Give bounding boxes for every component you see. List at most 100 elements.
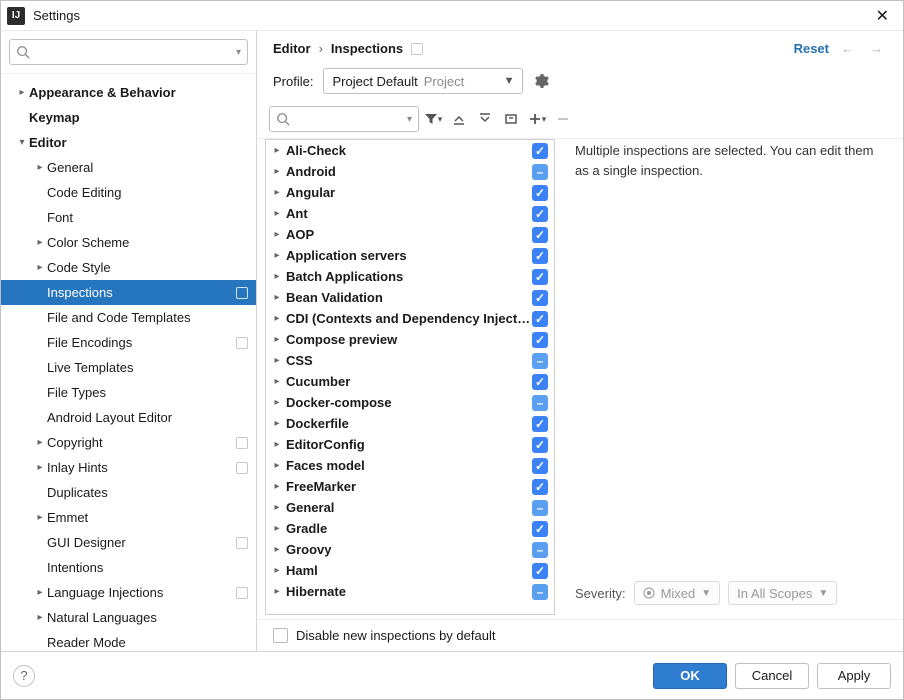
- sidebar-item[interactable]: File Types: [1, 380, 256, 405]
- search-icon: [276, 112, 290, 126]
- inspection-name: Application servers: [284, 248, 532, 263]
- inspection-row[interactable]: ▸Dockerfile✓: [266, 413, 554, 434]
- sidebar-item[interactable]: Android Layout Editor: [1, 405, 256, 430]
- sidebar-item[interactable]: Reader Mode: [1, 630, 256, 651]
- sidebar-item[interactable]: ▸Code Style: [1, 255, 256, 280]
- checkbox-checked-icon[interactable]: ✓: [532, 416, 548, 432]
- inspection-row[interactable]: ▸AOP✓: [266, 224, 554, 245]
- checkbox-checked-icon[interactable]: ✓: [532, 332, 548, 348]
- inspection-row[interactable]: ▸Docker-compose–: [266, 392, 554, 413]
- checkbox-mixed-icon[interactable]: –: [532, 500, 548, 516]
- collapse-all-icon[interactable]: [473, 107, 497, 131]
- sidebar-search-input[interactable]: [34, 44, 236, 61]
- chevron-right-icon: ▸: [33, 237, 47, 248]
- scope-combo[interactable]: In All Scopes ▼: [728, 581, 837, 605]
- sidebar-item[interactable]: ▸Appearance & Behavior: [1, 80, 256, 105]
- inspection-row[interactable]: ▸Android–: [266, 161, 554, 182]
- sidebar-item[interactable]: Font: [1, 205, 256, 230]
- reset-defaults-icon[interactable]: [499, 107, 523, 131]
- gear-icon[interactable]: [533, 73, 549, 89]
- sidebar-item-label: Live Templates: [47, 360, 248, 375]
- checkbox-mixed-icon[interactable]: –: [532, 164, 548, 180]
- checkbox-checked-icon[interactable]: ✓: [532, 227, 548, 243]
- sidebar-item[interactable]: ▾Editor: [1, 130, 256, 155]
- checkbox-checked-icon[interactable]: ✓: [532, 521, 548, 537]
- sidebar-item-label: Natural Languages: [47, 610, 248, 625]
- sidebar-item-label: Code Editing: [47, 185, 248, 200]
- checkbox-mixed-icon[interactable]: –: [532, 542, 548, 558]
- profile-combo[interactable]: Project Default Project ▼: [323, 68, 523, 94]
- inspection-list[interactable]: ▸Ali-Check✓▸Android–▸Angular✓▸Ant✓▸AOP✓▸…: [265, 139, 555, 615]
- sidebar-item[interactable]: ▸Language Injections: [1, 580, 256, 605]
- expand-all-icon[interactable]: [447, 107, 471, 131]
- inspection-row[interactable]: ▸Haml✓: [266, 560, 554, 581]
- sidebar-item[interactable]: File and Code Templates: [1, 305, 256, 330]
- checkbox-checked-icon[interactable]: ✓: [532, 374, 548, 390]
- sidebar-item[interactable]: File Encodings: [1, 330, 256, 355]
- ok-button[interactable]: OK: [653, 663, 727, 689]
- sidebar-item-label: Reader Mode: [47, 635, 248, 650]
- checkbox-checked-icon[interactable]: ✓: [532, 437, 548, 453]
- inspection-row[interactable]: ▸EditorConfig✓: [266, 434, 554, 455]
- checkbox-checked-icon[interactable]: ✓: [532, 248, 548, 264]
- sidebar-item[interactable]: Code Editing: [1, 180, 256, 205]
- apply-button[interactable]: Apply: [817, 663, 891, 689]
- checkbox-checked-icon[interactable]: ✓: [532, 185, 548, 201]
- disable-new-label: Disable new inspections by default: [296, 628, 495, 643]
- inspection-row[interactable]: ▸Bean Validation✓: [266, 287, 554, 308]
- checkbox-checked-icon[interactable]: ✓: [532, 479, 548, 495]
- sidebar-search[interactable]: ▾: [9, 39, 248, 65]
- inspection-row[interactable]: ▸CSS–: [266, 350, 554, 371]
- inspection-row[interactable]: ▸Ant✓: [266, 203, 554, 224]
- checkbox-checked-icon[interactable]: ✓: [532, 458, 548, 474]
- sidebar-item[interactable]: GUI Designer: [1, 530, 256, 555]
- inspection-row[interactable]: ▸Groovy–: [266, 539, 554, 560]
- severity-combo[interactable]: Mixed ▼: [634, 581, 721, 605]
- inspection-name: Android: [284, 164, 532, 179]
- close-button[interactable]: ✕: [868, 2, 897, 30]
- inspection-search[interactable]: ▾: [269, 106, 419, 132]
- sidebar-item[interactable]: ▸Color Scheme: [1, 230, 256, 255]
- inspection-row[interactable]: ▸Batch Applications✓: [266, 266, 554, 287]
- sidebar-item[interactable]: Intentions: [1, 555, 256, 580]
- checkbox-checked-icon[interactable]: ✓: [532, 269, 548, 285]
- inspection-row[interactable]: ▸Ali-Check✓: [266, 140, 554, 161]
- add-icon[interactable]: ▾: [525, 107, 549, 131]
- inspection-row[interactable]: ▸Angular✓: [266, 182, 554, 203]
- sidebar-item[interactable]: Live Templates: [1, 355, 256, 380]
- inspection-row[interactable]: ▸FreeMarker✓: [266, 476, 554, 497]
- filter-icon[interactable]: ▾: [421, 107, 445, 131]
- inspection-row[interactable]: ▸Application servers✓: [266, 245, 554, 266]
- sidebar-item[interactable]: ▸Copyright: [1, 430, 256, 455]
- chevron-right-icon: ▸: [33, 612, 47, 623]
- footer: ? OK Cancel Apply: [1, 651, 903, 699]
- inspection-row[interactable]: ▸CDI (Contexts and Dependency Injection)…: [266, 308, 554, 329]
- checkbox-mixed-icon[interactable]: –: [532, 395, 548, 411]
- checkbox-mixed-icon[interactable]: –: [532, 353, 548, 369]
- inspection-row[interactable]: ▸Gradle✓: [266, 518, 554, 539]
- inspection-row[interactable]: ▸Hibernate–: [266, 581, 554, 602]
- sidebar-item[interactable]: Duplicates: [1, 480, 256, 505]
- cancel-button[interactable]: Cancel: [735, 663, 809, 689]
- help-button[interactable]: ?: [13, 665, 35, 687]
- inspection-row[interactable]: ▸General–: [266, 497, 554, 518]
- sidebar-item[interactable]: ▸Inlay Hints: [1, 455, 256, 480]
- checkbox-checked-icon[interactable]: ✓: [532, 311, 548, 327]
- reset-button[interactable]: Reset: [794, 41, 829, 56]
- sidebar-item[interactable]: ▸General: [1, 155, 256, 180]
- inspection-row[interactable]: ▸Faces model✓: [266, 455, 554, 476]
- sidebar-item[interactable]: Keymap: [1, 105, 256, 130]
- sidebar-item[interactable]: Inspections: [1, 280, 256, 305]
- sidebar-item[interactable]: ▸Emmet: [1, 505, 256, 530]
- sidebar-item[interactable]: ▸Natural Languages: [1, 605, 256, 630]
- checkbox-checked-icon[interactable]: ✓: [532, 290, 548, 306]
- checkbox-checked-icon[interactable]: ✓: [532, 206, 548, 222]
- chevron-right-icon: ▸: [33, 437, 47, 448]
- inspection-row[interactable]: ▸Compose preview✓: [266, 329, 554, 350]
- disable-new-checkbox[interactable]: [273, 628, 288, 643]
- checkbox-checked-icon[interactable]: ✓: [532, 563, 548, 579]
- checkbox-mixed-icon[interactable]: –: [532, 584, 548, 600]
- sidebar-tree[interactable]: ▸Appearance & BehaviorKeymap▾Editor▸Gene…: [1, 74, 256, 651]
- checkbox-checked-icon[interactable]: ✓: [532, 143, 548, 159]
- inspection-row[interactable]: ▸Cucumber✓: [266, 371, 554, 392]
